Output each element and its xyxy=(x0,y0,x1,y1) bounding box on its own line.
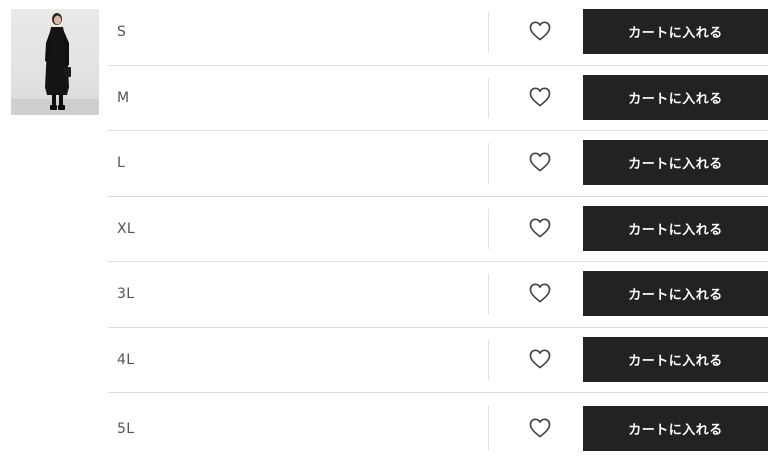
size-label: 4L xyxy=(117,352,135,368)
row-divider xyxy=(488,12,489,53)
add-to-cart-button[interactable]: カートに入れる xyxy=(583,337,768,382)
row-divider xyxy=(488,209,489,249)
favorite-button[interactable] xyxy=(528,150,552,174)
add-to-cart-button[interactable]: カートに入れる xyxy=(583,206,768,251)
favorite-button[interactable] xyxy=(528,416,552,440)
heart-outline-icon xyxy=(529,21,551,41)
add-to-cart-button[interactable]: カートに入れる xyxy=(583,271,768,316)
size-label: 5L xyxy=(117,421,135,437)
heart-outline-icon xyxy=(529,87,551,107)
heart-outline-icon xyxy=(529,218,551,238)
add-to-cart-button[interactable]: カートに入れる xyxy=(583,140,768,185)
heart-outline-icon xyxy=(529,152,551,172)
size-row: L カートに入れる xyxy=(108,131,768,197)
size-label: S xyxy=(117,24,127,40)
favorite-button[interactable] xyxy=(528,216,552,240)
add-to-cart-button[interactable]: カートに入れる xyxy=(583,9,768,54)
row-divider xyxy=(488,143,489,184)
row-divider xyxy=(488,274,489,315)
size-row: 3L カートに入れる xyxy=(108,262,768,328)
heart-outline-icon xyxy=(529,418,551,438)
size-label: L xyxy=(117,155,126,171)
favorite-button[interactable] xyxy=(528,281,552,305)
heart-outline-icon xyxy=(529,283,551,303)
favorite-button[interactable] xyxy=(528,347,552,371)
row-divider xyxy=(488,78,489,118)
size-label: XL xyxy=(117,221,135,237)
size-row: M カートに入れる xyxy=(108,66,768,131)
row-divider xyxy=(488,340,489,380)
row-divider xyxy=(488,405,489,451)
add-to-cart-button[interactable]: カートに入れる xyxy=(583,75,768,120)
size-row: XL カートに入れる xyxy=(108,197,768,262)
size-row: S カートに入れる xyxy=(108,0,768,66)
coat-figure-illustration xyxy=(11,13,99,115)
size-label: M xyxy=(117,90,130,106)
heart-outline-icon xyxy=(529,349,551,369)
add-to-cart-button[interactable]: カートに入れる xyxy=(583,406,768,451)
favorite-button[interactable] xyxy=(528,19,552,43)
size-variant-list: S カートに入れる M カートに入れる L カートに入れる XL カートに入れる… xyxy=(108,0,780,463)
size-row: 5L カートに入れる xyxy=(108,393,768,463)
size-row: 4L カートに入れる xyxy=(108,328,768,393)
product-thumbnail[interactable] xyxy=(11,9,99,115)
favorite-button[interactable] xyxy=(528,85,552,109)
size-label: 3L xyxy=(117,286,135,302)
